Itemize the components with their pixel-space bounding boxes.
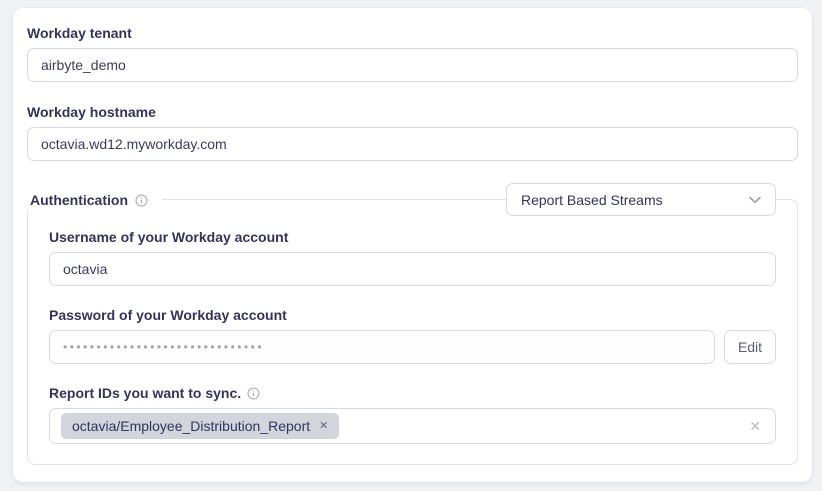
username-input[interactable] <box>49 252 776 286</box>
authentication-label: Authentication <box>30 190 128 210</box>
report-ids-label-text: Report IDs you want to sync. <box>49 386 241 400</box>
field-workday-tenant: Workday tenant <box>27 26 798 82</box>
report-ids-label: Report IDs you want to sync. <box>49 386 776 400</box>
authentication-group: Authentication Report Based Streams User… <box>27 199 798 465</box>
chevron-down-icon <box>749 196 761 204</box>
field-password: Password of your Workday account Edit <box>49 308 776 364</box>
info-icon[interactable] <box>135 194 148 207</box>
password-edit-button[interactable]: Edit <box>724 330 776 364</box>
password-row: Edit <box>49 330 776 364</box>
username-label: Username of your Workday account <box>49 230 776 244</box>
info-icon[interactable] <box>247 387 260 400</box>
clear-input-icon[interactable]: ✕ <box>749 419 761 433</box>
report-id-tag-text: octavia/Employee_Distribution_Report <box>72 418 310 434</box>
workday-tenant-input[interactable] <box>27 48 798 82</box>
connector-settings-card: Workday tenant Workday hostname Authenti… <box>13 8 812 482</box>
authentication-method-select[interactable]: Report Based Streams <box>506 183 776 216</box>
workday-tenant-label: Workday tenant <box>27 26 798 40</box>
report-id-tag: octavia/Employee_Distribution_Report ✕ <box>61 413 339 439</box>
field-username: Username of your Workday account <box>49 230 776 286</box>
field-workday-hostname: Workday hostname <box>27 105 798 161</box>
password-label: Password of your Workday account <box>49 308 776 322</box>
workday-hostname-label: Workday hostname <box>27 105 798 119</box>
report-ids-tag-input[interactable]: octavia/Employee_Distribution_Report ✕ ✕ <box>49 408 776 444</box>
password-input[interactable] <box>49 330 715 364</box>
authentication-method-value: Report Based Streams <box>521 192 663 208</box>
authentication-legend: Authentication <box>27 190 162 210</box>
workday-hostname-input[interactable] <box>27 127 798 161</box>
field-report-ids: Report IDs you want to sync. octavia/Emp… <box>49 386 776 444</box>
tag-remove-icon[interactable]: ✕ <box>319 421 328 432</box>
